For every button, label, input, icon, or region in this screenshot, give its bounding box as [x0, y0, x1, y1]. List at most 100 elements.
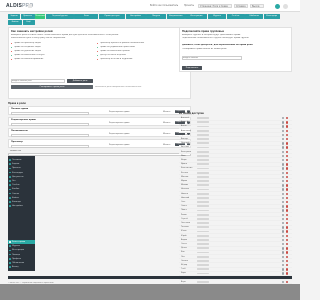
- tab-11[interactable]: Отчёты: [226, 14, 245, 19]
- tab-12[interactable]: Шаблоны: [245, 14, 264, 19]
- tab-3[interactable]: Отделы/группы: [45, 14, 74, 19]
- edit-link[interactable]: Менять: [163, 111, 170, 113]
- user-avatar[interactable]: [275, 3, 280, 9]
- remove-user-icon[interactable]: [286, 180, 289, 183]
- remove-user-icon[interactable]: [286, 192, 289, 195]
- remove-user-icon[interactable]: [286, 129, 289, 132]
- settings-icon[interactable]: [282, 238, 285, 242]
- settings-icon[interactable]: [282, 209, 285, 212]
- settings-icon[interactable]: [282, 167, 285, 170]
- remove-user-icon[interactable]: [286, 175, 289, 179]
- settings-icon[interactable]: [282, 196, 285, 200]
- tab-10[interactable]: Журнал: [207, 14, 226, 19]
- remove-user-icon[interactable]: [286, 222, 289, 225]
- settings-icon[interactable]: [282, 159, 285, 162]
- settings-icon[interactable]: [282, 125, 285, 128]
- tab-2[interactable]: Пользователи: [35, 14, 46, 19]
- tab-8[interactable]: Уведомления: [166, 14, 185, 19]
- role-select[interactable]: [11, 111, 89, 115]
- remove-user-icon[interactable]: [286, 205, 289, 208]
- remove-user-icon[interactable]: [286, 150, 289, 153]
- settings-icon[interactable]: [282, 150, 285, 153]
- tab-15[interactable]: Ещё: [22, 20, 35, 25]
- settings-icon[interactable]: [282, 188, 285, 191]
- role-name-input[interactable]: [11, 79, 65, 83]
- remove-user-icon[interactable]: [286, 243, 289, 246]
- settings-icon[interactable]: [282, 213, 285, 216]
- settings-icon[interactable]: [282, 171, 285, 174]
- settings-icon[interactable]: [282, 259, 285, 263]
- remove-user-icon[interactable]: [286, 255, 289, 258]
- remove-user-icon[interactable]: [286, 213, 289, 216]
- settings-icon[interactable]: [282, 251, 285, 254]
- sidebar-item[interactable]: Выход: [8, 265, 35, 269]
- settings-icon[interactable]: [282, 247, 285, 250]
- remove-user-icon[interactable]: [286, 142, 289, 145]
- remove-user-icon[interactable]: [286, 163, 289, 166]
- tab-4[interactable]: Роли: [74, 14, 99, 19]
- remove-user-icon[interactable]: [286, 167, 289, 170]
- add-role-button[interactable]: Добавить роль: [67, 79, 93, 83]
- remove-user-icon[interactable]: [286, 146, 289, 149]
- tab-7[interactable]: Модули: [146, 14, 167, 19]
- settings-icon[interactable]: [282, 243, 285, 246]
- sidebar-item[interactable]: Настройки: [8, 204, 35, 208]
- tab-6[interactable]: Настройки: [125, 14, 146, 19]
- tab-1[interactable]: Проекты: [20, 14, 35, 19]
- settings-icon[interactable]: [282, 184, 285, 187]
- copy-rights-button[interactable]: Скопировать права роли: [11, 84, 93, 89]
- settings-icon[interactable]: [282, 217, 285, 221]
- role-select[interactable]: [11, 122, 89, 126]
- edit-link[interactable]: Менять: [163, 122, 170, 124]
- page-roles-button[interactable]: Страница: Роли и права: [198, 4, 232, 8]
- role-select[interactable]: [11, 144, 89, 148]
- logout-button[interactable]: Выход: [250, 4, 264, 8]
- login-as-user-link[interactable]: Войти как пользователь: [150, 4, 178, 8]
- remove-user-icon[interactable]: [286, 247, 289, 250]
- settings-icon[interactable]: [282, 222, 285, 225]
- settings-icon[interactable]: [282, 268, 285, 271]
- connect-button[interactable]: Подключить: [182, 66, 202, 70]
- group-name-input[interactable]: [182, 56, 242, 60]
- remove-user-icon[interactable]: [286, 259, 289, 263]
- remove-user-icon[interactable]: [286, 251, 289, 254]
- role-select[interactable]: [11, 133, 89, 137]
- remove-user-icon[interactable]: [286, 209, 289, 212]
- settings-icon[interactable]: [282, 121, 285, 124]
- settings-icon[interactable]: [282, 117, 285, 120]
- settings-icon[interactable]: [282, 272, 285, 275]
- remove-user-icon[interactable]: [286, 133, 289, 137]
- settings-icon[interactable]: [282, 163, 285, 166]
- remove-user-icon[interactable]: [286, 280, 289, 284]
- settings-icon[interactable]: [282, 205, 285, 208]
- remove-user-icon[interactable]: [286, 268, 289, 271]
- settings-icon[interactable]: [282, 138, 285, 141]
- notifications-icon[interactable]: [283, 3, 288, 9]
- remove-user-icon[interactable]: [286, 117, 289, 120]
- tab-0[interactable]: Задачи: [8, 14, 20, 19]
- settings-icon[interactable]: [282, 175, 285, 179]
- settings-icon[interactable]: [282, 280, 285, 284]
- remove-user-icon[interactable]: [286, 196, 289, 200]
- settings-icon[interactable]: [282, 142, 285, 145]
- settings-icon[interactable]: [282, 201, 285, 204]
- remove-user-icon[interactable]: [286, 138, 289, 141]
- remove-user-icon[interactable]: [286, 188, 289, 191]
- settings-icon[interactable]: [282, 146, 285, 149]
- remove-user-icon[interactable]: [286, 217, 289, 221]
- settings-icon[interactable]: [282, 226, 285, 229]
- help-button[interactable]: Справка: [234, 4, 248, 8]
- remove-user-icon[interactable]: [286, 159, 289, 162]
- settings-icon[interactable]: [282, 129, 285, 132]
- remove-user-icon[interactable]: [286, 264, 289, 267]
- settings-icon[interactable]: [282, 180, 285, 183]
- remove-user-icon[interactable]: [286, 226, 289, 229]
- tab-5[interactable]: Права доступа: [98, 14, 125, 19]
- remove-user-icon[interactable]: [286, 154, 289, 158]
- menu-icon[interactable]: [28, 4, 32, 8]
- settings-icon[interactable]: [282, 230, 285, 233]
- tab-9[interactable]: Интеграции: [185, 14, 208, 19]
- settings-icon[interactable]: [282, 264, 285, 267]
- edit-link[interactable]: Менять: [163, 133, 170, 135]
- settings-icon[interactable]: [282, 255, 285, 258]
